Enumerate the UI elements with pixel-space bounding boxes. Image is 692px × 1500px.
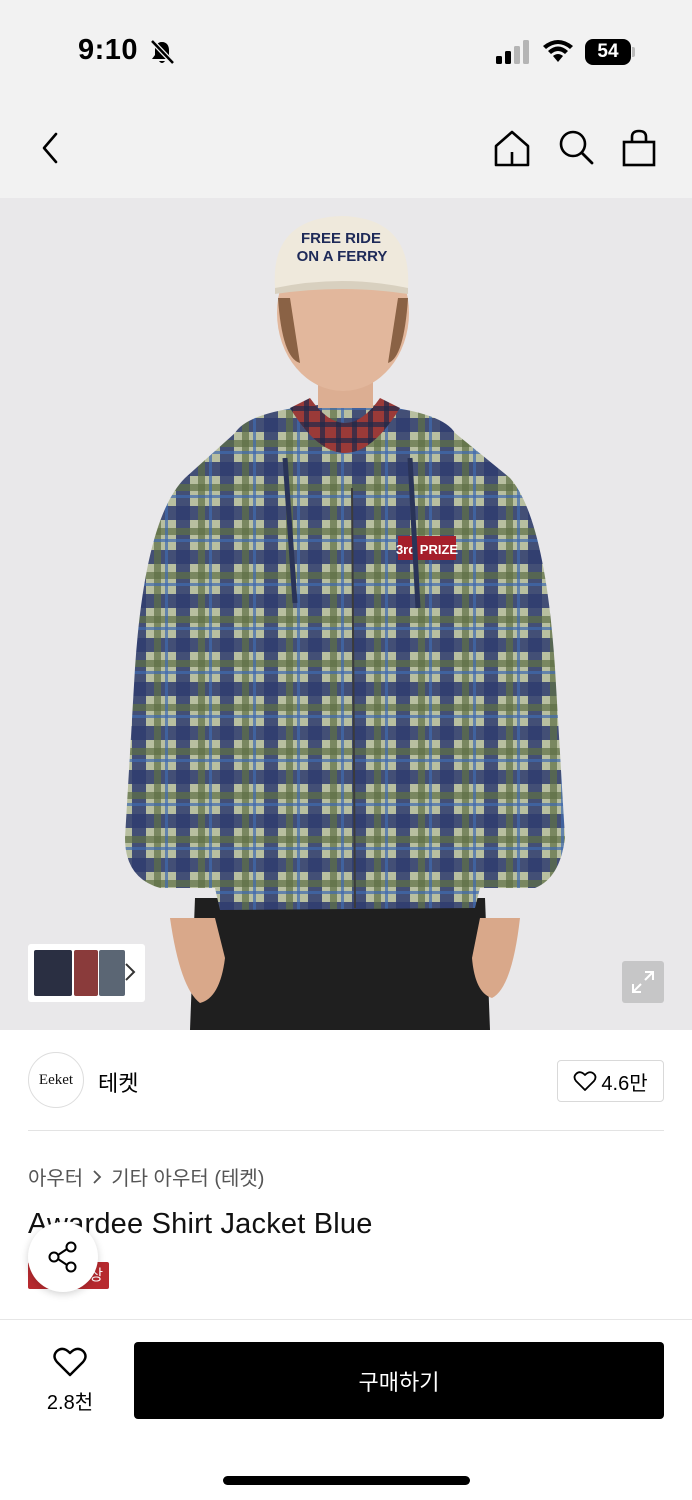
breadcrumb: 아우터 기타 아우터 (테켓) [28,1162,264,1191]
expand-icon [632,971,654,993]
cap-text-line1: FREE RIDE [301,230,381,247]
product-hero-image[interactable]: FREE RIDE ON A FERRY 3rd PRIZE [0,198,692,1030]
wifi-icon [543,40,573,62]
top-nav-bar [0,100,692,198]
bell-slash-icon [150,39,175,65]
image-thumbnail-strip[interactable] [28,944,145,1002]
heart-icon [53,1347,87,1377]
bottom-bar-divider [0,1319,692,1320]
battery-level: 54 [585,39,631,65]
thumbnail-1[interactable] [34,950,72,996]
chevron-right-icon [125,963,136,981]
chest-patch-text: 3rd PRIZE [396,542,458,557]
brand-row[interactable]: Eeket 테켓 4.6만 [28,1052,664,1110]
battery-tip [632,47,635,57]
share-button[interactable] [28,1222,98,1292]
home-button[interactable] [488,124,536,172]
search-button[interactable] [552,124,600,172]
back-chevron-icon [42,132,58,164]
home-indicator[interactable] [223,1476,470,1485]
breadcrumb-level2[interactable]: 기타 아우터 (테켓) [111,1162,264,1191]
share-icon [48,1241,77,1273]
thumbnail-2[interactable] [74,950,98,996]
heart-icon [573,1071,597,1091]
chevron-right-icon [93,1169,102,1184]
wishlist-count: 2.8천 [46,1392,94,1414]
buy-button[interactable]: 구매하기 [134,1342,664,1419]
shopping-bag-icon [622,129,656,167]
cellular-signal-icon [496,40,529,64]
wishlist-button[interactable]: 2.8천 [30,1346,110,1416]
breadcrumb-level1[interactable]: 아우터 [28,1162,83,1191]
cap-text-line2: ON A FERRY [297,248,388,265]
divider [28,1130,664,1131]
brand-name[interactable]: 테켓 [98,1066,138,1098]
battery-icon: 54 [585,39,635,65]
home-icon [494,130,530,167]
shopping-bag-button[interactable] [615,124,663,172]
brand-like-button[interactable]: 4.6만 [557,1060,664,1102]
product-photo: FREE RIDE ON A FERRY 3rd PRIZE [125,216,565,1030]
back-button[interactable] [26,124,74,172]
status-time: 9:10 [78,34,139,66]
thumbnail-3[interactable] [99,950,125,996]
search-icon [559,130,594,165]
brand-like-count: 4.6만 [601,1072,648,1095]
status-bar: 9:10 54 [0,0,692,100]
expand-image-button[interactable] [622,961,664,1003]
brand-logo[interactable]: Eeket [28,1052,84,1108]
